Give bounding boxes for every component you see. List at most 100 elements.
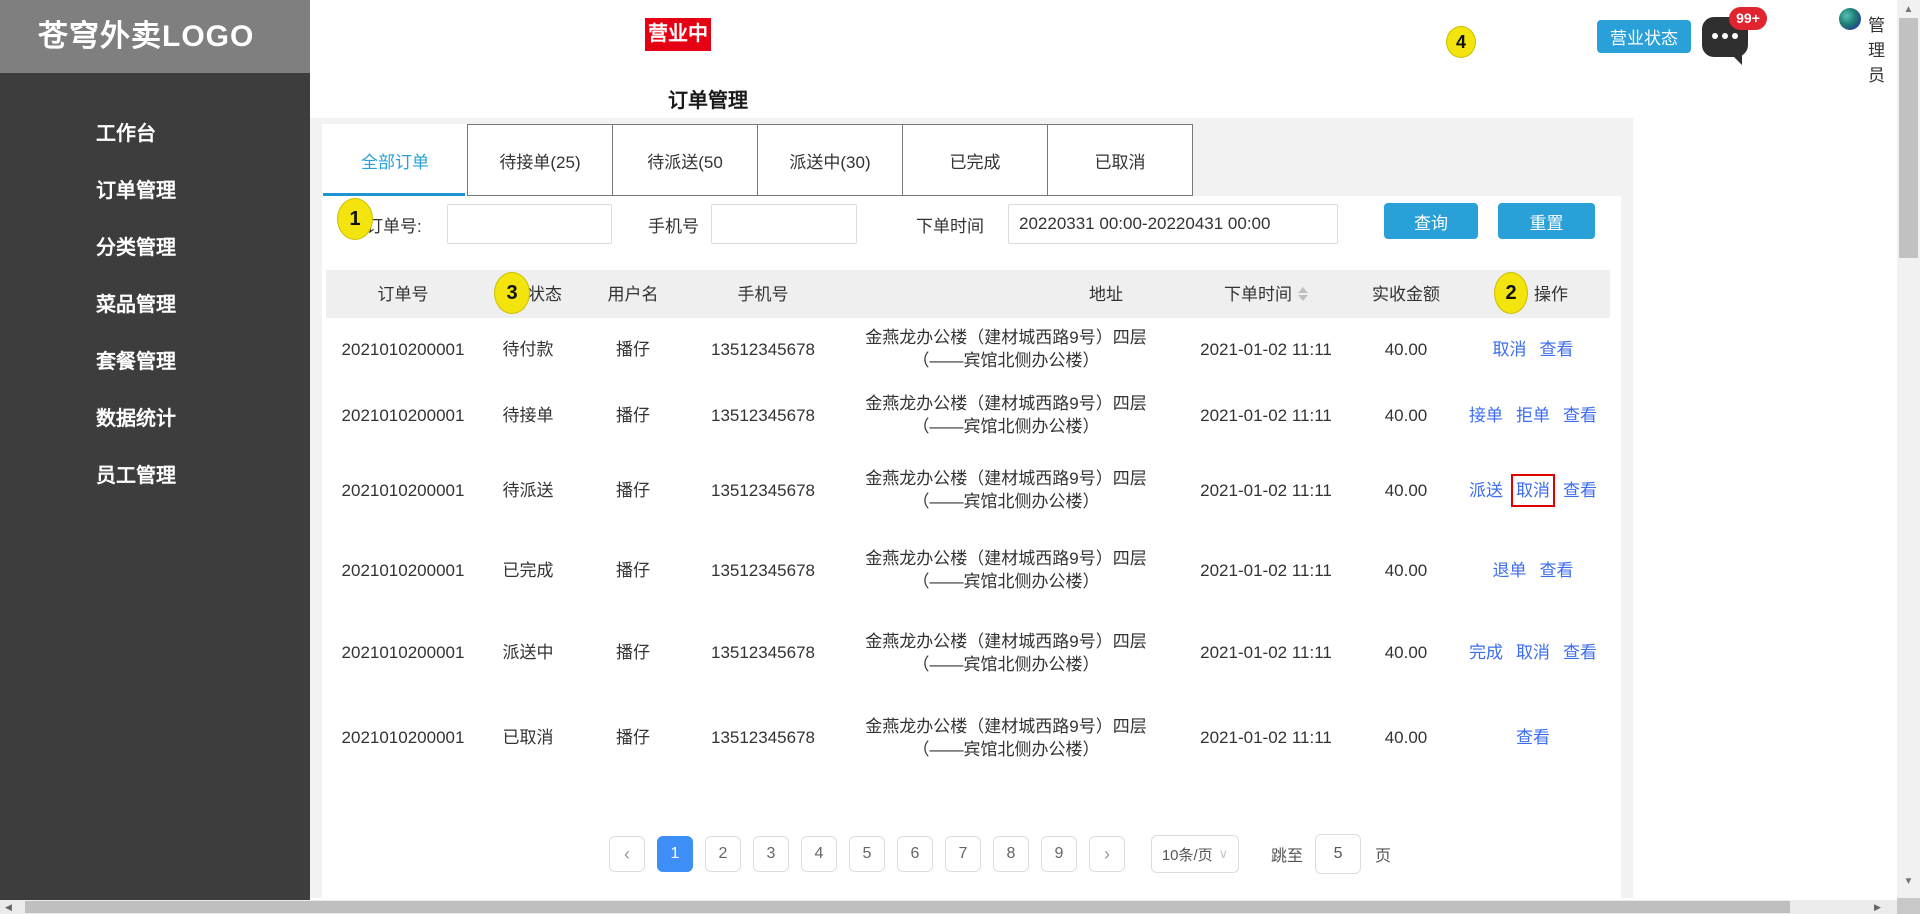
scroll-up-arrow-icon[interactable]: ▲ xyxy=(1897,4,1920,15)
order-time: 2021-01-02 11:11 xyxy=(1200,643,1332,662)
scroll-left-arrow-icon[interactable]: ◀ xyxy=(5,900,12,914)
order-no-input[interactable] xyxy=(447,204,612,244)
page-button-4[interactable]: 4 xyxy=(801,836,837,872)
sidebar-item-employees[interactable]: 员工管理 xyxy=(0,448,310,505)
order-address: 金燕龙办公楼（建材城西路9号）四层 （——宾馆北侧办公楼） xyxy=(865,549,1147,591)
order-no: 2021010200001 xyxy=(341,480,465,500)
order-phone: 13512345678 xyxy=(710,643,815,662)
user-name[interactable]: 管理员 xyxy=(1868,11,1897,86)
order-time: 2021-01-02 11:11 xyxy=(1200,560,1332,580)
tab-pending-dispatch[interactable]: 待派送(50 xyxy=(612,124,758,196)
order-no: 2021010200001 xyxy=(341,405,465,425)
sidebar-item-categories[interactable]: 分类管理 xyxy=(0,220,310,277)
sort-icon[interactable] xyxy=(1298,287,1308,301)
view-link[interactable]: 查看 xyxy=(1540,559,1574,582)
business-status-button[interactable]: 营业状态 xyxy=(1597,20,1691,53)
table-row: 2021010200001 待付款 播仔 13512345678 金燕龙办公楼（… xyxy=(326,318,1610,380)
tab-dispatching[interactable]: 派送中(30) xyxy=(757,124,903,196)
order-phone: 13512345678 xyxy=(710,339,815,359)
page-button-8[interactable]: 8 xyxy=(993,836,1029,872)
page-button-2[interactable]: 2 xyxy=(705,836,741,872)
col-header-order-time-label: 下单时间 xyxy=(1224,284,1292,304)
view-link[interactable]: 查看 xyxy=(1563,479,1597,502)
order-phone: 13512345678 xyxy=(710,560,815,580)
sidebar-nav: 工作台 订单管理 分类管理 菜品管理 套餐管理 数据统计 员工管理 xyxy=(0,106,310,505)
page-button-3[interactable]: 3 xyxy=(753,836,789,872)
page-button-6[interactable]: 6 xyxy=(897,836,933,872)
search-button[interactable]: 查询 xyxy=(1384,203,1478,239)
page-size-select[interactable]: 10条/页 ∨ xyxy=(1151,835,1239,873)
horizontal-scrollbar[interactable]: ◀ ▶ xyxy=(0,900,1897,914)
order-user: 播仔 xyxy=(616,405,650,425)
avatar[interactable] xyxy=(1839,8,1861,30)
page-button-7[interactable]: 7 xyxy=(945,836,981,872)
order-tabs: 全部订单 待接单(25) 待派送(50 派送中(30) 已完成 已取消 xyxy=(322,124,1193,196)
order-no-label: 订单号: xyxy=(366,217,422,236)
tab-completed[interactable]: 已完成 xyxy=(902,124,1048,196)
order-actions: 退单 查看 xyxy=(1456,530,1610,610)
order-time-range-input[interactable]: 20220331 00:00-20220431 00:00 xyxy=(1008,204,1338,244)
order-address: 金燕龙办公楼（建材城西路9号）四层 （——宾馆北侧办公楼） xyxy=(865,716,1147,759)
order-actions: 取消 查看 xyxy=(1456,318,1610,380)
phone-label: 手机号 xyxy=(648,217,699,236)
order-time: 2021-01-02 11:11 xyxy=(1200,480,1332,500)
view-link[interactable]: 查看 xyxy=(1563,404,1597,427)
page-button-9[interactable]: 9 xyxy=(1041,836,1077,872)
vertical-scrollbar-thumb[interactable] xyxy=(1899,18,1918,258)
horizontal-scrollbar-thumb[interactable] xyxy=(25,901,1790,913)
order-time: 2021-01-02 11:11 xyxy=(1200,405,1332,425)
prev-page-button[interactable]: ‹ xyxy=(609,836,645,872)
sidebar-item-combos[interactable]: 套餐管理 xyxy=(0,334,310,391)
col-header-order-time[interactable]: 下单时间 xyxy=(1176,270,1356,318)
scroll-down-arrow-icon[interactable]: ▼ xyxy=(1897,876,1920,887)
cancel-link[interactable]: 取消 xyxy=(1516,641,1550,664)
page-button-5[interactable]: 5 xyxy=(849,836,885,872)
vertical-scrollbar[interactable]: ▲ ▼ xyxy=(1897,0,1920,898)
order-amount: 40.00 xyxy=(1384,560,1428,580)
tab-cancelled[interactable]: 已取消 xyxy=(1047,124,1193,196)
table-row: 2021010200001 待派送 播仔 13512345678 金燕龙办公楼（… xyxy=(326,450,1610,530)
accept-link[interactable]: 接单 xyxy=(1469,404,1503,427)
sidebar-item-dishes[interactable]: 菜品管理 xyxy=(0,277,310,334)
order-status: 已完成 xyxy=(502,560,554,580)
view-link[interactable]: 查看 xyxy=(1516,726,1550,749)
jump-page-input[interactable]: 5 xyxy=(1315,834,1362,874)
order-status: 已取消 xyxy=(502,728,554,747)
cancel-link-highlighted[interactable]: 取消 xyxy=(1511,473,1555,507)
reset-button[interactable]: 重置 xyxy=(1498,203,1595,239)
scrollbar-corner xyxy=(1897,898,1920,914)
cancel-link[interactable]: 取消 xyxy=(1493,338,1527,361)
order-amount: 40.00 xyxy=(1384,643,1428,662)
sidebar-item-statistics[interactable]: 数据统计 xyxy=(0,391,310,448)
annotation-marker-2: 2 xyxy=(1494,272,1528,314)
order-status: 派送中 xyxy=(502,643,554,662)
order-amount: 40.00 xyxy=(1384,480,1428,500)
order-no: 2021010200001 xyxy=(341,728,465,747)
order-actions: 接单 拒单 查看 xyxy=(1456,380,1610,450)
page-button-1[interactable]: 1 xyxy=(657,836,693,872)
sidebar-item-workbench[interactable]: 工作台 xyxy=(0,106,310,163)
order-no: 2021010200001 xyxy=(341,339,465,359)
order-phone: 13512345678 xyxy=(710,405,815,425)
order-user: 播仔 xyxy=(616,560,650,580)
tab-all-orders[interactable]: 全部订单 xyxy=(322,124,468,196)
next-page-button[interactable]: › xyxy=(1089,836,1125,872)
reject-link[interactable]: 拒单 xyxy=(1516,404,1550,427)
sidebar-item-orders[interactable]: 订单管理 xyxy=(0,163,310,220)
annotation-marker-3: 3 xyxy=(494,272,530,314)
app-logo: 苍穹外卖LOGO xyxy=(0,0,310,73)
col-header-address: 地址 xyxy=(1089,284,1123,304)
view-link[interactable]: 查看 xyxy=(1563,641,1597,664)
annotation-marker-1: 1 xyxy=(337,198,373,240)
refund-link[interactable]: 退单 xyxy=(1493,559,1527,582)
order-user: 播仔 xyxy=(616,480,650,500)
view-link[interactable]: 查看 xyxy=(1540,338,1574,361)
dispatch-link[interactable]: 派送 xyxy=(1469,479,1503,502)
order-status: 待派送 xyxy=(502,480,554,500)
tab-pending-accept[interactable]: 待接单(25) xyxy=(467,124,613,196)
complete-link[interactable]: 完成 xyxy=(1469,641,1503,664)
scroll-right-arrow-icon[interactable]: ▶ xyxy=(1874,900,1881,914)
order-user: 播仔 xyxy=(616,339,650,359)
chevron-down-icon: ∨ xyxy=(1218,846,1229,861)
phone-input[interactable] xyxy=(711,204,857,244)
